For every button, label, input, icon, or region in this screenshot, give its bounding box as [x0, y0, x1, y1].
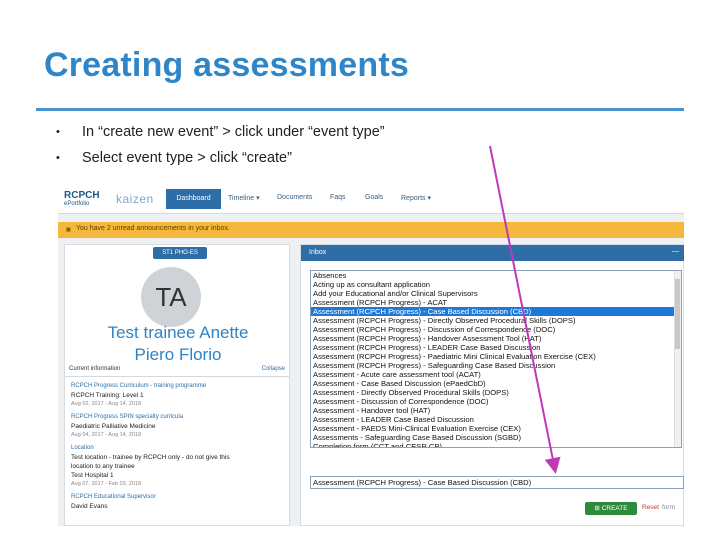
event-type-option[interactable]: Assessment (RCPCH Progress) - Directly O…	[311, 316, 681, 325]
profile-entry: David Evans	[71, 503, 108, 510]
event-type-option[interactable]: Assessment - LEADER Case Based Discussio…	[311, 415, 681, 424]
event-type-options: Absences Acting up as consultant applicat…	[311, 271, 681, 447]
profile-entry: location to any trainee	[71, 463, 135, 470]
listbox-scrollbar[interactable]	[674, 271, 681, 447]
bullet-icon: •	[56, 126, 60, 138]
event-type-option[interactable]: Assessment (RCPCH Progress) - Case Based…	[311, 307, 681, 316]
trainee-name-line1: Test trainee Anette	[107, 323, 249, 342]
slide-title: Creating assessments	[44, 46, 409, 84]
trainee-profile-panel: ST1 PHO-ES TA Test trainee Anette Piero …	[64, 244, 290, 526]
profile-entry[interactable]: RCPCH Educational Supervisor	[71, 494, 156, 500]
current-information-header: Current information Collapse	[65, 365, 289, 377]
nav-timeline[interactable]: Timeline ▾	[228, 194, 260, 202]
current-information-label: Current information	[69, 366, 121, 372]
title-divider	[36, 108, 684, 111]
nav-faqs[interactable]: Faqs	[330, 194, 346, 201]
event-type-option[interactable]: Assessment (RCPCH Progress) - Safeguardi…	[311, 361, 681, 370]
announcement-banner[interactable]: ■ You have 2 unread announcements in you…	[58, 222, 684, 238]
event-type-select[interactable]: Assessment (RCPCH Progress) - Case Based…	[310, 476, 684, 489]
warning-icon: ■	[66, 225, 71, 234]
instruction-text: Select event type > click “create”	[82, 150, 292, 166]
event-type-option[interactable]: Completion form (CCT and CESR CP)	[311, 442, 681, 447]
event-type-option[interactable]: Assessment - PAEDS Mini-Clinical Evaluat…	[311, 424, 681, 433]
avatar: TA	[141, 267, 201, 327]
event-type-option[interactable]: Absences	[311, 271, 681, 280]
event-type-selected-value: Assessment (RCPCH Progress) - Case Based…	[313, 478, 532, 487]
event-type-listbox[interactable]: Absences Acting up as consultant applicat…	[310, 270, 682, 448]
event-type-option[interactable]: Acting up as consultant application	[311, 280, 681, 289]
profile-entry: Test location - trainee by RCPCH only - …	[71, 454, 230, 461]
event-type-option[interactable]: Assessment - Directly Observed Procedura…	[311, 388, 681, 397]
event-type-option[interactable]: Assessments - Safeguarding Case Based Di…	[311, 433, 681, 442]
event-type-option[interactable]: Assessment (RCPCH Progress) - ACAT	[311, 298, 681, 307]
event-type-option[interactable]: Add your Educational and/or Clinical Sup…	[311, 289, 681, 298]
instruction-item: • Select event type > click “create”	[56, 146, 385, 172]
top-navbar: RCPCH ePortfolio kaizen Dashboard Timeli…	[58, 184, 684, 214]
scrollbar-thumb[interactable]	[675, 279, 680, 349]
profile-entry[interactable]: RCPCH Progress Curriculum - training pro…	[71, 383, 206, 389]
instruction-list: • In “create new event” > click under “ev…	[56, 120, 385, 172]
bullet-icon: •	[56, 152, 60, 164]
reset-form-tail: form	[662, 504, 675, 511]
profile-entry-date: Aug 02, 2017 - Aug 14, 2018	[71, 401, 142, 407]
kaizen-brand: kaizen	[116, 192, 154, 206]
profile-tag: ST1 PHO-ES	[153, 247, 207, 259]
profile-entry: RCPCH Training: Level 1	[71, 392, 144, 399]
collapse-link[interactable]: Collapse	[262, 366, 285, 372]
instruction-item: • In “create new event” > click under “ev…	[56, 120, 385, 146]
profile-entry: Test Hospital 1	[71, 472, 114, 479]
create-label: CREATE	[601, 505, 628, 512]
logo-subtitle: ePortfolio	[64, 201, 90, 207]
event-type-option[interactable]: Assessment - Handover tool (HAT)	[311, 406, 681, 415]
event-type-option[interactable]: Assessment (RCPCH Progress) - LEADER Cas…	[311, 343, 681, 352]
rcpch-logo[interactable]: RCPCH	[64, 190, 100, 201]
event-type-option[interactable]: Assessment (RCPCH Progress) - Paediatric…	[311, 352, 681, 361]
create-icon: ⊞	[594, 505, 602, 512]
app-screenshot: RCPCH ePortfolio kaizen Dashboard Timeli…	[58, 184, 684, 526]
nav-reports[interactable]: Reports ▾	[401, 194, 431, 202]
inbox-header: Inbox —	[301, 245, 684, 261]
profile-entry[interactable]: RCPCH Progress SPIN specialty curricula	[71, 414, 183, 420]
event-type-option[interactable]: Assessment (RCPCH Progress) - Discussion…	[311, 325, 681, 334]
profile-entry-date: Aug 07, 2017 - Feb 03, 2018	[71, 481, 142, 487]
trainee-name-line2: Piero Florio	[134, 345, 222, 364]
create-button[interactable]: ⊞ CREATE	[585, 502, 637, 515]
minimize-icon[interactable]: —	[672, 248, 679, 255]
event-type-option[interactable]: Assessment - Case Based Discussion (ePae…	[311, 379, 681, 388]
event-type-option[interactable]: Assessment - Discussion of Correspondenc…	[311, 397, 681, 406]
profile-entry[interactable]: Location	[71, 445, 94, 451]
inbox-title: Inbox	[309, 249, 327, 256]
event-type-option[interactable]: Assessment - Acute care assessment tool …	[311, 370, 681, 379]
banner-text: You have 2 unread announcements in your …	[76, 225, 230, 232]
event-type-option[interactable]: Assessment (RCPCH Progress) - Handover A…	[311, 334, 681, 343]
reset-form-link[interactable]: Reset	[642, 504, 659, 511]
nav-goals[interactable]: Goals	[365, 194, 383, 201]
instruction-text: In “create new event” > click under “eve…	[82, 124, 385, 140]
profile-entry-date: Aug 04, 2017 - Aug 14, 2018	[71, 432, 142, 438]
profile-entry: Paediatric Palliative Medicine	[71, 423, 156, 430]
nav-documents[interactable]: Documents	[277, 194, 312, 201]
nav-dashboard[interactable]: Dashboard	[166, 189, 221, 209]
